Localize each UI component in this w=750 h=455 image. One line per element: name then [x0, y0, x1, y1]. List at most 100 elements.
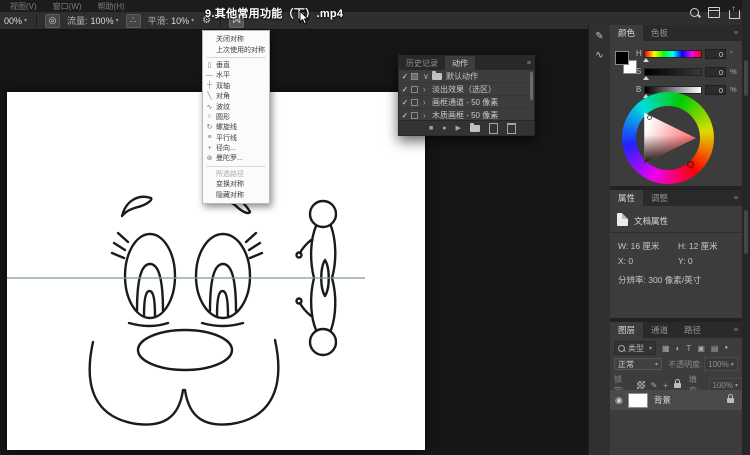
expand-icon[interactable]: › — [423, 85, 432, 94]
lock-position-icon[interactable]: + — [663, 381, 668, 390]
tab-history[interactable]: 历史记录 — [399, 56, 445, 70]
expand-icon[interactable]: › — [423, 111, 432, 120]
filter-toggle-icon[interactable]: ● — [724, 345, 728, 351]
menu-item-circle[interactable]: ○圆形 — [203, 112, 269, 122]
panel-menu-icon[interactable]: ≡ — [527, 60, 531, 67]
lock-all-icon[interactable] — [674, 383, 681, 388]
tab-swatches[interactable]: 色板 — [643, 25, 676, 41]
eye-icon[interactable]: ◉ — [615, 395, 623, 406]
menu-item-last-used-symmetry[interactable]: 上次使用的对称 — [203, 44, 269, 54]
hue-value[interactable]: 0 — [705, 49, 726, 59]
tab-color[interactable]: 颜色 — [610, 25, 643, 41]
menu-item-dual-axis[interactable]: ┼双轴 — [203, 81, 269, 91]
color-panel-body: H 0 ° S 0 % B 0 % — [610, 41, 742, 184]
lock-pixels-icon[interactable]: ✎ — [651, 381, 658, 390]
tab-adjustments[interactable]: 调整 — [643, 190, 676, 206]
layer-opacity-value[interactable]: 100% ▾ — [704, 357, 737, 371]
filter-pixel-icon[interactable]: ▦ — [662, 344, 670, 353]
color-wheel[interactable] — [622, 92, 714, 184]
panel-menu-icon[interactable]: ≡ — [734, 327, 738, 334]
play-button[interactable]: ▶ — [455, 125, 460, 132]
actions-panel-tabs: 历史记录 动作 ≡ — [399, 56, 534, 70]
airbrush-button[interactable]: ∴ — [126, 14, 141, 28]
action-row[interactable]: ✓ ∨ 默认动作 — [399, 70, 534, 83]
tab-actions[interactable]: 动作 — [445, 56, 475, 70]
saturation-value[interactable]: 0 — [705, 67, 726, 77]
scrollbar[interactable] — [744, 60, 748, 96]
new-set-button[interactable] — [470, 125, 480, 132]
check-icon[interactable]: ✓ — [399, 98, 411, 107]
vertical-icon: ▯ — [203, 61, 216, 69]
filter-kind-select[interactable]: 类型 ▾ — [614, 341, 656, 355]
share-icon[interactable] — [729, 10, 740, 19]
pen-pressure-button[interactable]: ◎ — [45, 14, 60, 28]
saturation-slider-thumb[interactable] — [643, 76, 649, 80]
expand-icon[interactable]: ∨ — [423, 72, 432, 81]
brushes-icon[interactable]: ∿ — [592, 48, 608, 63]
dialog-toggle-icon[interactable] — [411, 99, 418, 106]
panel-menu-icon[interactable]: ≡ — [734, 30, 738, 37]
expand-icon[interactable]: › — [423, 98, 432, 107]
workspace-icon[interactable] — [708, 7, 720, 18]
menu-item-vertical[interactable]: ▯垂直 — [203, 60, 269, 70]
layer-name: 背景 — [654, 394, 721, 406]
flow-value: 100% — [91, 16, 114, 26]
layer-row-background[interactable]: ◉ 背景 — [610, 390, 742, 410]
menu-window[interactable]: 窗口(W) — [53, 1, 82, 12]
menu-item-mandala[interactable]: ⊛曼陀罗... — [203, 153, 269, 163]
filter-adjustment-icon[interactable]: ◐ — [676, 344, 681, 353]
action-row[interactable]: ✓ › 淡出效果（选区） — [399, 83, 534, 96]
dialog-toggle-icon[interactable] — [411, 112, 418, 119]
check-icon[interactable]: ✓ — [399, 85, 411, 94]
scrollbar[interactable] — [530, 72, 533, 100]
menu-item-hide-symmetry[interactable]: 隐藏对称 — [203, 189, 269, 199]
chevron-down-icon: ▾ — [655, 361, 658, 368]
brush-settings-icon[interactable]: ✎ — [592, 29, 608, 44]
hue-slider-thumb[interactable] — [643, 58, 649, 62]
action-row[interactable]: ✓ › 画框通道 - 50 像素 — [399, 96, 534, 109]
hue-marker[interactable] — [687, 161, 694, 168]
stop-button[interactable]: ■ — [429, 125, 433, 132]
scrollbar[interactable] — [744, 210, 748, 254]
opacity-control[interactable]: 00% ▾ — [1, 16, 27, 26]
layer-thumbnail[interactable] — [628, 393, 648, 408]
action-label: 画框通道 - 50 像素 — [432, 97, 498, 108]
menu-item-transform-symmetry[interactable]: 变换对称 — [203, 179, 269, 189]
tab-layers[interactable]: 图层 — [610, 322, 643, 338]
menu-item-wavy[interactable]: ∿波纹 — [203, 101, 269, 111]
dialog-toggle-icon[interactable] — [411, 73, 418, 80]
check-icon[interactable]: ✓ — [399, 111, 411, 120]
airbrush-icon: ∴ — [130, 15, 136, 26]
tab-paths[interactable]: 路径 — [676, 322, 709, 338]
new-action-button[interactable] — [489, 123, 498, 134]
record-button[interactable]: ● — [442, 125, 446, 132]
triangle-marker[interactable] — [647, 115, 652, 120]
saturation-slider[interactable] — [644, 68, 702, 76]
delete-button[interactable] — [507, 123, 516, 134]
blend-mode-select[interactable]: 正常 ▾ — [614, 358, 662, 370]
doc-y: Y: 0 — [678, 256, 693, 266]
tab-channels[interactable]: 通道 — [643, 322, 676, 338]
menu-item-parallel-lines[interactable]: ≡平行线 — [203, 133, 269, 143]
menu-view[interactable]: 视图(V) — [10, 1, 37, 12]
menu-item-radial[interactable]: +径向... — [203, 143, 269, 153]
smoothing-control[interactable]: 平滑: 10% ▾ — [148, 14, 195, 27]
tab-properties[interactable]: 属性 — [610, 190, 643, 206]
lock-transparency-icon[interactable] — [637, 381, 645, 389]
menu-help[interactable]: 帮助(H) — [98, 1, 125, 12]
menu-item-spiral[interactable]: ↻螺旋线 — [203, 122, 269, 132]
dialog-toggle-icon[interactable] — [411, 86, 418, 93]
filter-shape-icon[interactable]: ▣ — [697, 344, 705, 353]
menu-item-horizontal[interactable]: ―水平 — [203, 70, 269, 80]
menu-item-symmetry-off[interactable]: 关闭对称 — [203, 34, 269, 44]
menu-item-diagonal[interactable]: ╲对角 — [203, 91, 269, 101]
filter-smart-object-icon[interactable]: ▤ — [711, 344, 719, 353]
panel-menu-icon[interactable]: ≡ — [734, 195, 738, 202]
foreground-color-swatch[interactable] — [615, 51, 629, 65]
hue-slider[interactable] — [644, 50, 702, 58]
flow-control[interactable]: 流量: 100% ▾ — [67, 14, 119, 27]
search-icon[interactable] — [690, 8, 699, 17]
filter-type-icon[interactable]: T — [686, 344, 691, 353]
action-label: 淡出效果（选区） — [432, 84, 496, 95]
check-icon[interactable]: ✓ — [399, 72, 411, 81]
